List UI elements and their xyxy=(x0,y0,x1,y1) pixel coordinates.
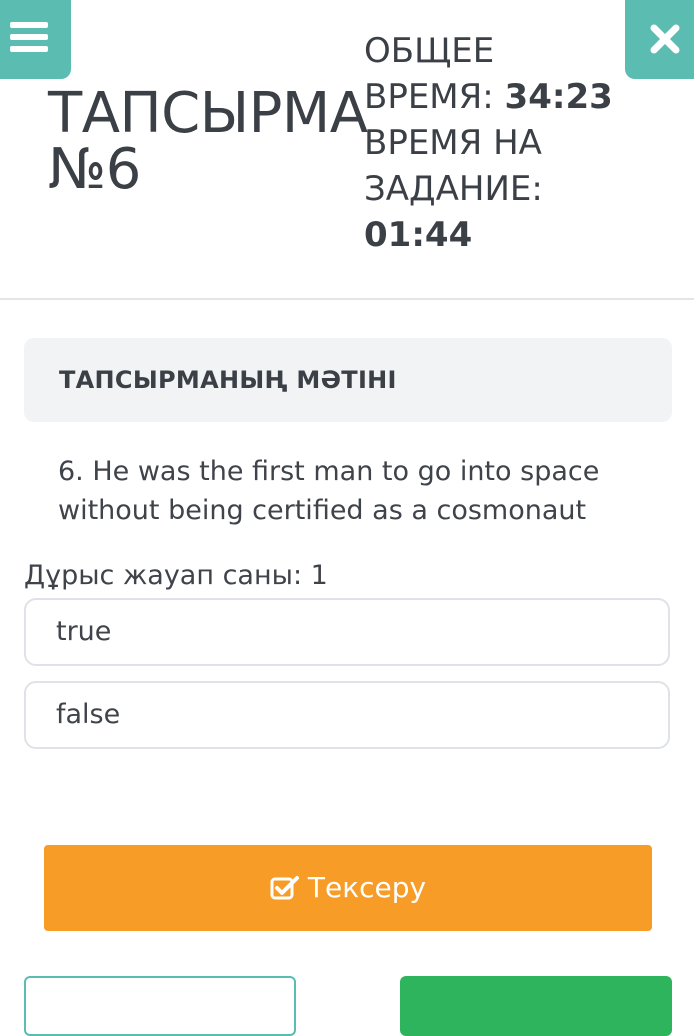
header-divider xyxy=(0,298,694,300)
answer-option-false[interactable]: false xyxy=(24,681,670,749)
timers: ОБЩЕЕ ВРЕМЯ: 34:23 ВРЕМЯ НА ЗАДАНИЕ: 01:… xyxy=(364,28,613,258)
task-card-title: ТАПСЫРМАНЫҢ МӘТІНІ xyxy=(59,366,397,394)
check-button[interactable]: Тексеру xyxy=(44,845,652,931)
task-text-card: ТАПСЫРМАНЫҢ МӘТІНІ xyxy=(24,338,672,422)
task-title-line1: ТАПСЫРМА xyxy=(48,81,368,146)
close-icon xyxy=(650,24,680,54)
answer-option-label: false xyxy=(56,699,121,730)
previous-button[interactable] xyxy=(24,976,296,1036)
check-button-label: Тексеру xyxy=(307,871,427,904)
task-number: №6 xyxy=(48,137,141,202)
menu-button[interactable] xyxy=(0,0,71,79)
total-time-label: ОБЩЕЕ xyxy=(364,31,495,71)
answer-option-label: true xyxy=(56,616,112,647)
total-time-value: 34:23 xyxy=(504,77,613,117)
hamburger-menu-icon-bar xyxy=(10,34,48,40)
question-line2: without being certified as a cosmonaut xyxy=(58,495,587,526)
task-time-value: 01:44 xyxy=(364,215,473,255)
hamburger-menu-icon xyxy=(10,22,48,28)
answer-option-true[interactable]: true xyxy=(24,598,670,666)
page-title: ТАПСЫРМА №6 xyxy=(48,86,368,198)
correct-answer-count: Дұрыс жауап саны: 1 xyxy=(24,560,328,591)
task-time-label: ВРЕМЯ НА xyxy=(364,123,542,163)
hamburger-menu-icon-bar xyxy=(10,46,48,52)
total-time-label-2: ВРЕМЯ: xyxy=(364,77,494,117)
question-line1: 6. He was the first man to go into space xyxy=(58,456,600,487)
total-time-row: ВРЕМЯ: 34:23 xyxy=(364,74,613,120)
checkbox-icon xyxy=(270,876,299,900)
question-text: 6. He was the first man to go into space… xyxy=(58,452,658,530)
next-button[interactable] xyxy=(400,976,672,1036)
task-time-label-2: ЗАДАНИЕ: xyxy=(364,169,543,209)
close-button[interactable] xyxy=(625,0,694,79)
